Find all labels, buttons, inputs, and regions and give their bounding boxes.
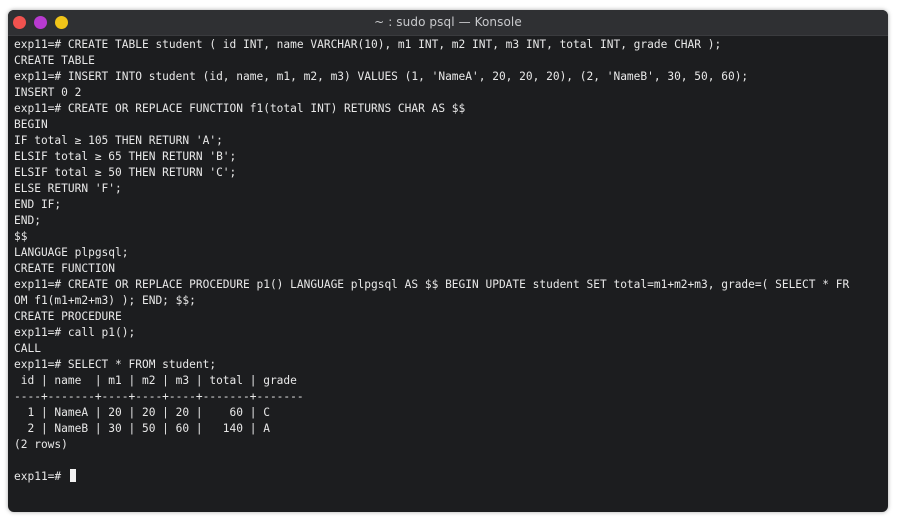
terminal-line: CREATE PROCEDURE xyxy=(14,310,122,323)
terminal-line: IF total ≥ 105 THEN RETURN 'A'; xyxy=(14,134,223,147)
terminal-line: BEGIN xyxy=(14,118,48,131)
terminal-line: $$ xyxy=(14,230,28,243)
prompt: exp11=# xyxy=(14,470,62,483)
terminal-output[interactable]: exp11=# CREATE TABLE student ( id INT, n… xyxy=(14,37,882,507)
terminal-line: OM f1(m1+m2+m3) ); END; $$; xyxy=(14,294,196,307)
terminal-line: (2 rows) xyxy=(14,438,68,451)
terminal-line: id | name | m1 | m2 | m3 | total | grade xyxy=(14,374,297,387)
terminal-line: CREATE TABLE xyxy=(14,54,95,67)
prompt-line[interactable]: exp11=# xyxy=(14,469,882,485)
terminal-line: 1 | NameA | 20 | 20 | 20 | 60 | C xyxy=(14,406,270,419)
terminal-line: END IF; xyxy=(14,198,62,211)
konsole-window: ~ : sudo psql — Konsole exp11=# CREATE T… xyxy=(8,10,888,512)
window-title: ~ : sudo psql — Konsole xyxy=(374,15,522,29)
text-cursor xyxy=(69,469,76,482)
terminal-line: 2 | NameB | 30 | 50 | 60 | 140 | A xyxy=(14,422,270,435)
terminal-line: CREATE FUNCTION xyxy=(14,262,116,275)
terminal-lines: exp11=# CREATE TABLE student ( id INT, n… xyxy=(14,37,882,469)
terminal-line: ELSE RETURN 'F'; xyxy=(14,182,122,195)
terminal-line: ----+-------+----+----+----+-------+----… xyxy=(14,390,304,403)
title-bar[interactable]: ~ : sudo psql — Konsole xyxy=(8,10,888,36)
terminal-line: exp11=# CREATE TABLE student ( id INT, n… xyxy=(14,38,722,51)
terminal-line: LANGUAGE plpgsql; xyxy=(14,246,129,259)
terminal-line: CALL xyxy=(14,342,41,355)
terminal-line: exp11=# INSERT INTO student (id, name, m… xyxy=(14,70,749,83)
terminal-line: ELSIF total ≥ 65 THEN RETURN 'B'; xyxy=(14,150,237,163)
terminal-line: exp11=# call p1(); xyxy=(14,326,136,339)
terminal-line: INSERT 0 2 xyxy=(14,86,82,99)
terminal-line: exp11=# CREATE OR REPLACE PROCEDURE p1()… xyxy=(14,278,850,291)
terminal-line: ELSIF total ≥ 50 THEN RETURN 'C'; xyxy=(14,166,237,179)
terminal-line: exp11=# CREATE OR REPLACE FUNCTION f1(to… xyxy=(14,102,466,115)
terminal-line: END; xyxy=(14,214,41,227)
terminal-line: exp11=# SELECT * FROM student; xyxy=(14,358,217,371)
